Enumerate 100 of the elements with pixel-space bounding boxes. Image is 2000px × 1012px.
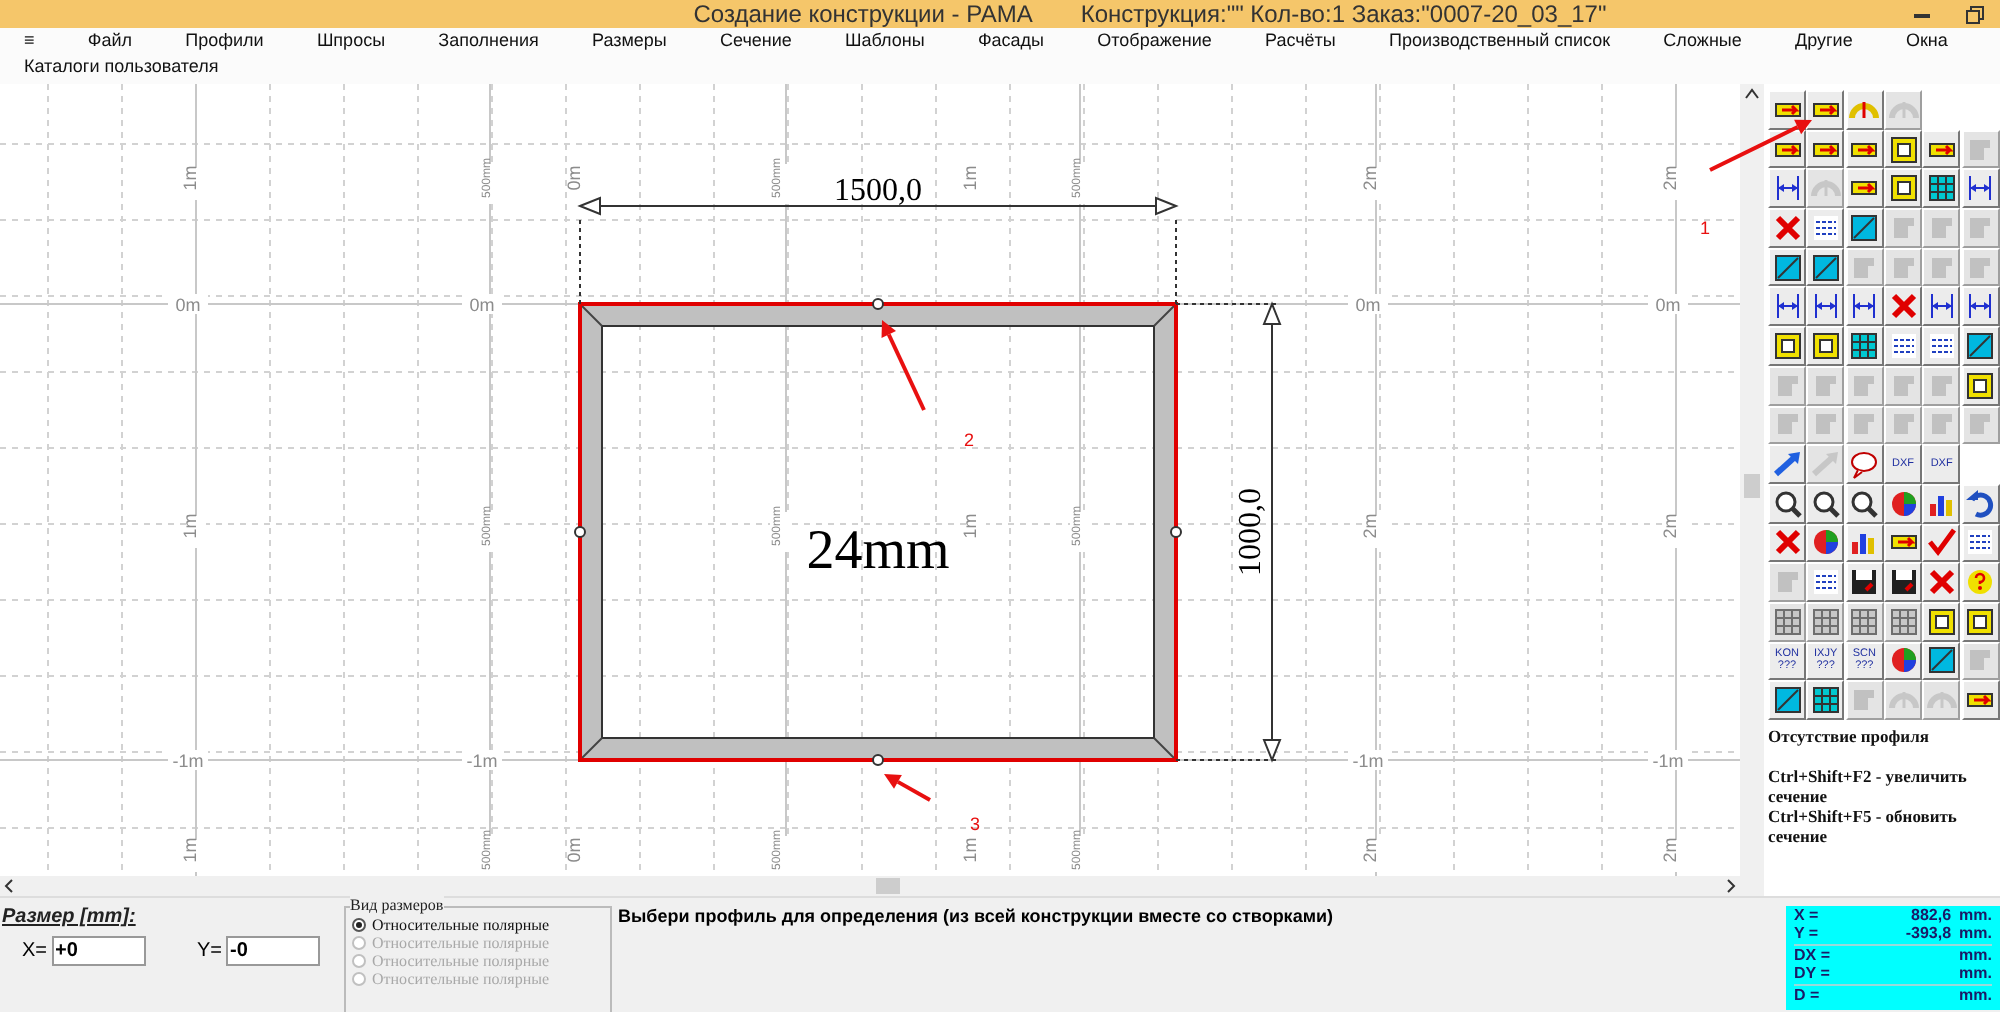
menu-item[interactable]: Сечение: [720, 28, 792, 54]
menu-item[interactable]: Производственный список: [1389, 28, 1611, 54]
scroll-left-icon[interactable]: [4, 878, 16, 894]
radio-option[interactable]: Относительные полярные: [352, 916, 610, 934]
width-dimension: 1500,0: [834, 174, 922, 208]
menu-item[interactable]: Шпросы: [316, 28, 386, 54]
grid-label: 2m: [1660, 165, 1680, 191]
hint-title: Отсутствие профиля: [1768, 726, 1931, 746]
toolbar-button[interactable]: [1961, 286, 2000, 327]
toolbar-button[interactable]: [1845, 286, 1884, 327]
menu-item[interactable]: Профили: [185, 28, 264, 54]
toolbar-button[interactable]: [1806, 129, 1845, 169]
scrollbar-thumb[interactable]: [1744, 474, 1760, 498]
toolbar-button[interactable]: [1884, 326, 1922, 366]
scroll-right-icon[interactable]: [1724, 878, 1736, 894]
toolbar-button[interactable]: [1768, 483, 1806, 524]
radio-label: Относительные полярные: [372, 934, 550, 952]
toolbar-button[interactable]: [1806, 247, 1845, 287]
toolbar-button[interactable]: [1961, 523, 2000, 563]
toolbar-button[interactable]: [1845, 208, 1884, 248]
toolbar-button[interactable]: [1845, 168, 1884, 209]
check-icon: [1925, 526, 1958, 559]
menu-item[interactable]: Заполнения: [438, 28, 539, 54]
toolbar-button[interactable]: [1768, 326, 1806, 366]
grid-label: 2m: [1360, 513, 1380, 539]
window-title: Создание конструкции - РАМА: [693, 2, 1033, 26]
toolbar-button[interactable]: [1806, 483, 1845, 524]
grid-label: 0m: [1655, 295, 1681, 315]
toolbar-button[interactable]: [1961, 601, 2000, 642]
toolbar-button[interactable]: [1922, 326, 1961, 366]
menu-item[interactable]: Размеры: [592, 28, 667, 54]
toolbar-button[interactable]: [1806, 562, 1845, 602]
toolbar-button[interactable]: [1884, 168, 1922, 209]
toolbar-button[interactable]: [1806, 523, 1845, 563]
readout-label: X =: [1794, 908, 1821, 925]
toolbar-button[interactable]: [1884, 483, 1922, 524]
menu-item[interactable]: Шаблоны: [845, 28, 925, 54]
toolbar-button[interactable]: [1961, 168, 2000, 209]
cross-icon: [1887, 290, 1919, 323]
menu-item[interactable]: Сложные: [1663, 28, 1742, 54]
y-input[interactable]: -0: [226, 936, 321, 966]
grid-label: 2m: [1660, 837, 1680, 863]
toolbar-button[interactable]: [1806, 208, 1845, 248]
annotation-arrow: [1709, 119, 1812, 172]
annotation-number: 1: [1700, 218, 1711, 238]
toolbar-button[interactable]: [1768, 247, 1806, 287]
toolbar-button[interactable]: [1845, 562, 1884, 602]
toolbar-button[interactable]: [1922, 641, 1961, 681]
grid-label: 0m: [469, 295, 495, 315]
scroll-up-icon[interactable]: [1744, 88, 1760, 100]
menu-item[interactable]: Фасады: [977, 28, 1045, 54]
toolbar-button[interactable]: [1961, 680, 2000, 720]
toolbar-button[interactable]: [1961, 365, 2000, 405]
grid-label: 1m: [960, 513, 980, 539]
menu-item[interactable]: Окна: [1905, 28, 1948, 54]
menu-item[interactable]: Каталоги пользователя: [24, 54, 219, 80]
toolbar-button[interactable]: [1961, 483, 2000, 524]
help-icon: [1964, 566, 1997, 599]
toolbar-button[interactable]: [1884, 129, 1922, 169]
grid-label: 1m: [960, 165, 980, 191]
toolbar-button[interactable]: [1806, 326, 1845, 366]
toolbar-button[interactable]: [1961, 326, 2000, 366]
toolbar-button[interactable]: [1845, 326, 1884, 366]
dimension-icon: [1848, 290, 1881, 323]
toolbar-button[interactable]: [1768, 168, 1806, 209]
toolbar-button[interactable]: [1768, 90, 1806, 130]
grid-icon: [1809, 684, 1842, 717]
menu-item[interactable]: Файл: [87, 28, 133, 54]
menu-item[interactable]: Отображение: [1097, 28, 1212, 54]
toolbar-button[interactable]: [1768, 286, 1806, 327]
toolbar-button[interactable]: [1922, 129, 1961, 169]
toolbar-button[interactable]: [1922, 601, 1961, 642]
toolbar-button[interactable]: [1922, 483, 1961, 524]
toolbar-button[interactable]: [1845, 483, 1884, 524]
glass-icon: [1848, 211, 1881, 244]
toolbar-button[interactable]: [1922, 286, 1961, 327]
toolbar-button[interactable]: [1806, 680, 1845, 720]
menu-item[interactable]: Расчёты: [1264, 28, 1336, 54]
menu-item[interactable]: ≡: [24, 28, 35, 54]
speech-bubble-icon: [1848, 448, 1881, 481]
readout-value: -393,8: [1903, 925, 1954, 942]
readout-label: DX =: [1794, 948, 1833, 965]
toolbar-button[interactable]: [1845, 129, 1884, 169]
toolbar-button[interactable]: [1884, 523, 1922, 563]
toolbar-button[interactable]: [1922, 168, 1961, 209]
scrollbar-thumb[interactable]: [876, 878, 900, 894]
toolbar-button[interactable]: [1768, 680, 1806, 720]
radio-button[interactable]: [352, 918, 366, 932]
toolbar-button[interactable]: [1845, 523, 1884, 563]
toolbar-button[interactable]: [1845, 444, 1884, 484]
toolbar-button[interactable]: [1884, 562, 1922, 602]
glass-label: 24mm: [806, 520, 950, 582]
readout-unit: mm.: [1959, 988, 1992, 1005]
menu-item[interactable]: Другие: [1795, 28, 1853, 54]
toolbar-button[interactable]: [1806, 90, 1845, 130]
x-input[interactable]: +0: [51, 936, 146, 966]
toolbar-button[interactable]: [1884, 641, 1922, 681]
status-message: Выбери профиль для определения (из всей конструкции вместе со створками): [618, 904, 1336, 930]
toolbar-button[interactable]: [1806, 286, 1845, 327]
readout-label: DY =: [1794, 965, 1832, 982]
